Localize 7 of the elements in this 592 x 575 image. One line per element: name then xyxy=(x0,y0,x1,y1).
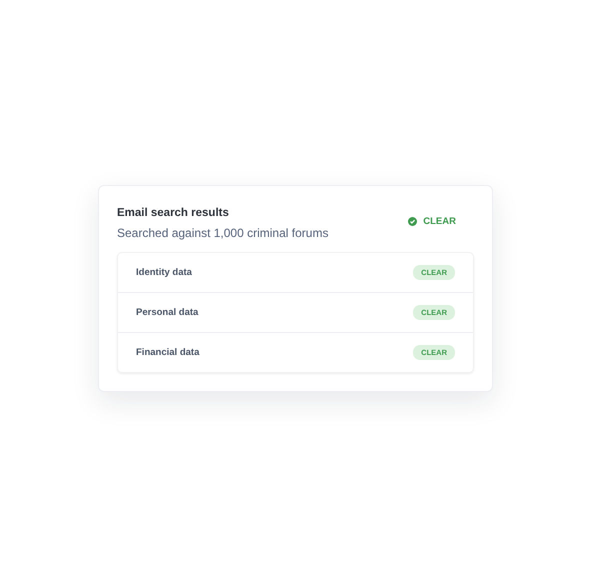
card-title: Email search results xyxy=(117,207,230,219)
card-subtitle: Searched against 1,000 criminal forums xyxy=(117,226,328,240)
status-label: CLEAR xyxy=(408,216,456,227)
result-label: Personal data xyxy=(136,307,198,318)
result-label: Financial data xyxy=(136,347,200,358)
check-circle-icon xyxy=(408,217,418,226)
result-label: Identity data xyxy=(136,267,192,278)
